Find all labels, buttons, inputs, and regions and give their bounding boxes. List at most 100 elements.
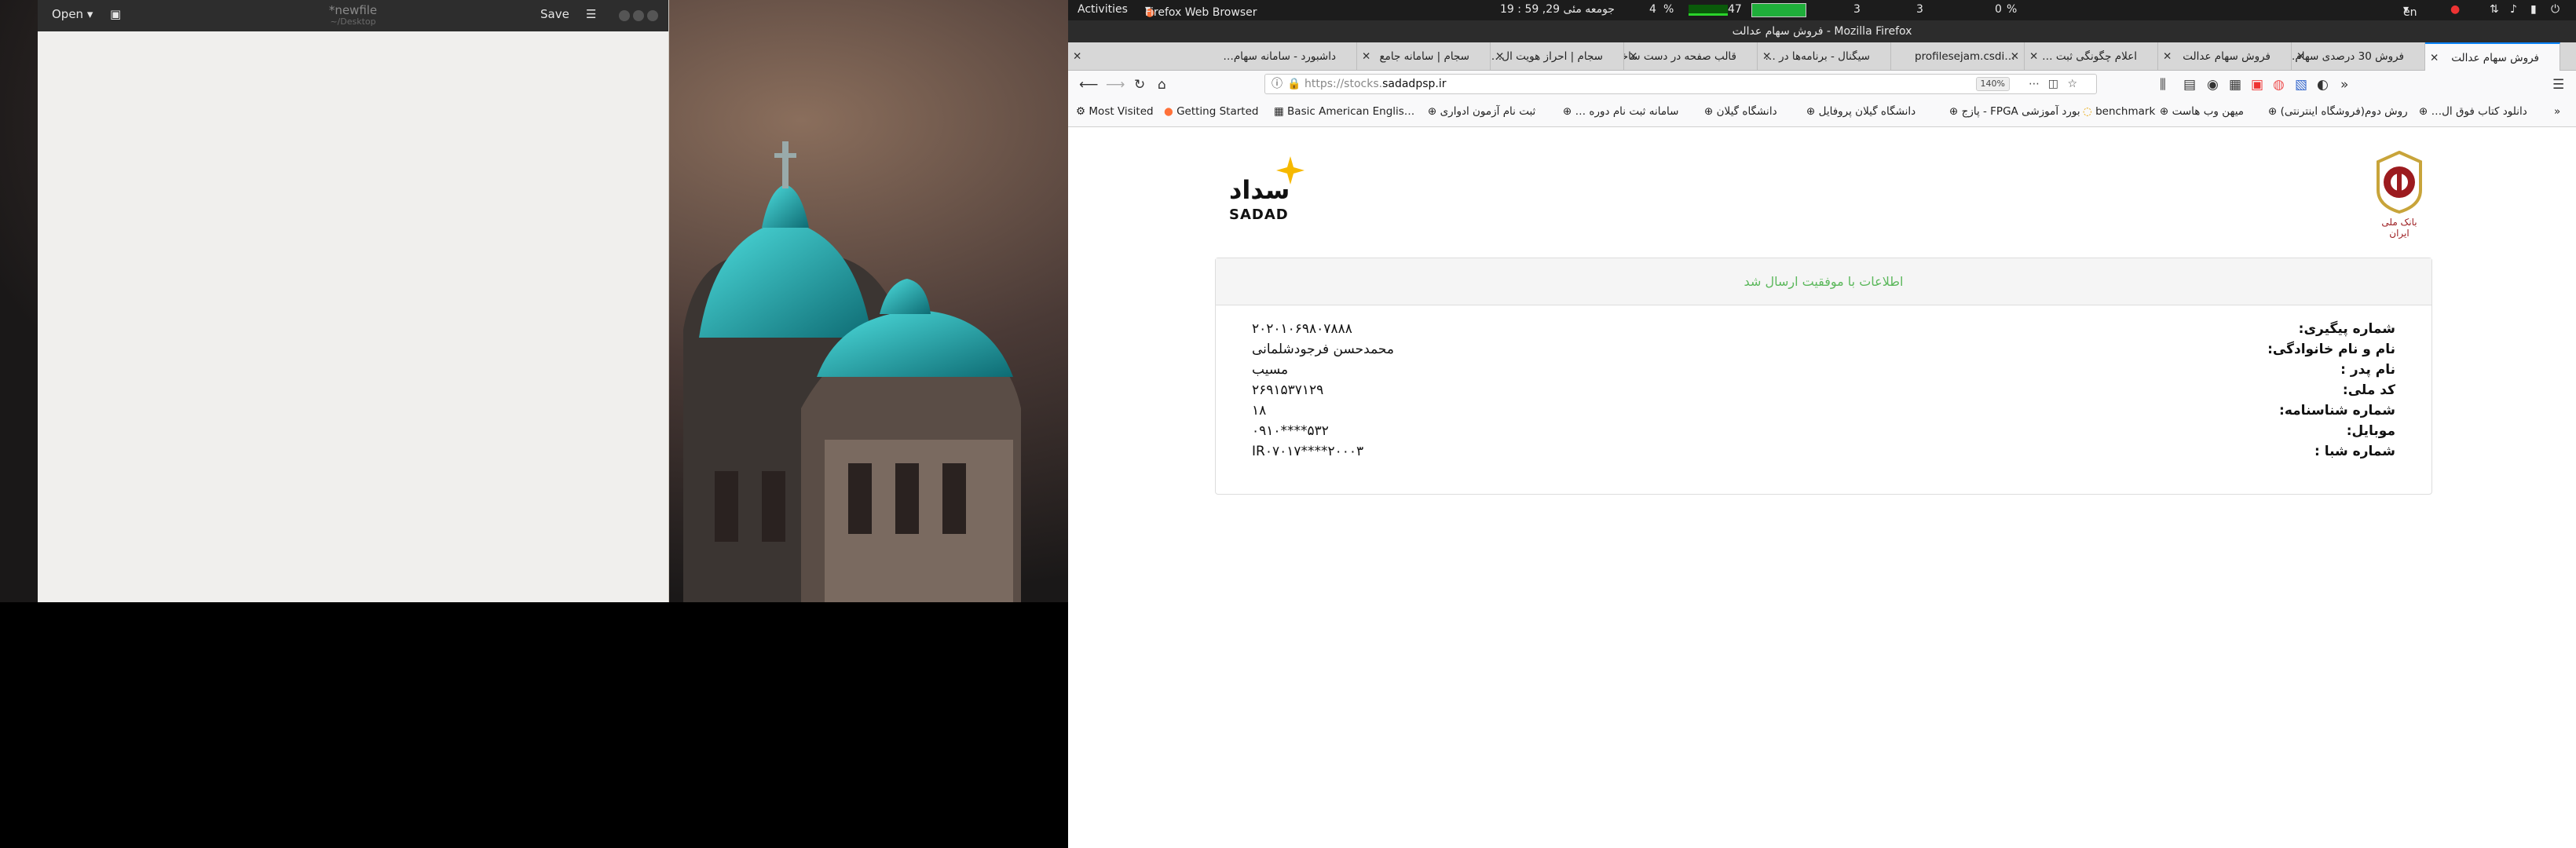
close-tab-icon[interactable]: ✕: [2029, 42, 2038, 71]
bookmark-basic-american[interactable]: ▦ Basic American Englis…: [1274, 105, 1414, 118]
close-tab-icon[interactable]: ✕: [1762, 42, 1771, 71]
tab-5[interactable]: ✕ سیگنال - برنامه‌ها در …: [1758, 42, 1891, 71]
translate-icon[interactable]: ▧: [2295, 77, 2307, 93]
cpu-indicator: 4: [1649, 3, 1656, 16]
tab-label: قالب صفحه در دست ساخت: [1624, 50, 1736, 63]
bookmark-course[interactable]: سامانه ثبت نام دوره … ⊕: [1563, 105, 1678, 118]
info-icon[interactable]: ⓘ: [1272, 75, 1283, 93]
bookmarks-overflow-icon[interactable]: »: [2554, 105, 2560, 118]
tab-6[interactable]: ✕قالب صفحه در دست ساخت: [1624, 42, 1758, 71]
volume-icon[interactable]: ♪: [2510, 3, 2517, 16]
bookmark-most-visited[interactable]: ⚙ Most Visited: [1076, 105, 1154, 118]
home-icon[interactable]: ⌂: [1158, 77, 1166, 93]
network-icon[interactable]: ⇅: [2490, 3, 2499, 16]
close-button[interactable]: [647, 10, 658, 21]
close-tab-icon[interactable]: ✕: [2011, 42, 2019, 71]
minimize-button[interactable]: [619, 10, 630, 21]
bookmark-guilan[interactable]: دانشگاه گیلان ⊕: [1704, 105, 1777, 118]
close-tab-icon[interactable]: ✕: [2163, 42, 2172, 71]
close-tab-icon[interactable]: ✕: [2296, 42, 2305, 71]
tab-4[interactable]: ✕ profilesejam.csdi…: [1891, 42, 2025, 71]
app-menu[interactable]: ● Firefox Web Browser ▾: [1145, 3, 1257, 19]
close-tab-icon[interactable]: ✕: [1073, 42, 1081, 71]
language-indicator[interactable]: en ▾: [2403, 3, 2417, 19]
field-label: شماره شناسنامه:: [2279, 403, 2395, 419]
bookmark-fpga[interactable]: بورد آموزشی FPGA - پازج ⊕: [1949, 105, 2080, 118]
reload-icon[interactable]: ↻: [1134, 77, 1145, 93]
field-value: مسیب: [1252, 362, 1289, 378]
close-tab-icon[interactable]: ✕: [1629, 42, 1637, 71]
bookmark-label: دانشگاه گیلان پروفایل: [1818, 105, 1916, 118]
library-icon[interactable]: ⫼: [2160, 77, 2166, 93]
activities-button[interactable]: Activities: [1078, 3, 1128, 16]
bookmark-getting-started[interactable]: ● Getting Started: [1164, 105, 1258, 118]
navigation-toolbar: ⟵ ⟶ ↻ ⌂ ⓘ 🔒 https://stocks.sadadpsp.ir 1…: [1068, 71, 2576, 97]
gedit-window: Open ▾ ▣ *newfile ~/Desktop Save ☰: [38, 0, 669, 602]
back-icon[interactable]: ⟵: [1079, 77, 1098, 93]
close-tab-icon[interactable]: ✕: [1495, 42, 1504, 71]
net-indicator: 0: [1995, 3, 2002, 16]
zoom-indicator[interactable]: 140%: [1975, 77, 2010, 91]
globe-icon: ⊕: [1428, 105, 1437, 118]
close-tab-icon[interactable]: ✕: [1362, 42, 1370, 71]
maximize-button[interactable]: [633, 10, 644, 21]
tab-3[interactable]: ✕ اعلام چگونگی ثبت …: [2025, 42, 2158, 71]
tab-0[interactable]: ✕ فروش سهام عدالت: [2425, 42, 2560, 71]
url-bar[interactable]: ⓘ 🔒 https://stocks.sadadpsp.ir 140% ⋯ ◫ …: [1264, 74, 2097, 94]
bookmark-label: دانلود کتاب فوق ال…: [2431, 105, 2527, 118]
notification-icon[interactable]: ●: [2450, 3, 2460, 16]
window-title: فروش سهام عدالت - Mozilla Firefox: [1732, 25, 1912, 38]
bookmark-mihan[interactable]: میهن وب هاست ⊕: [2160, 105, 2244, 118]
sidebar-icon[interactable]: ▤: [2183, 77, 2196, 93]
download-icon[interactable]: ◐: [2317, 77, 2329, 93]
clock[interactable]: جومعه مئی 29, 59 : 19: [1500, 3, 1615, 16]
battery-icon[interactable]: ▮: [2530, 3, 2537, 16]
bookmark-label: دانشگاه گیلان: [1716, 105, 1777, 118]
bookmark-label: ثبت نام آزمون ادواری: [1440, 105, 1536, 118]
bookmark-benchmark[interactable]: ◌ benchmark: [2083, 105, 2155, 118]
forward-icon[interactable]: ⟶: [1106, 77, 1125, 93]
addon-icon[interactable]: ◍: [2273, 77, 2285, 93]
tab-label: سیگنال - برنامه‌ها در …: [1765, 50, 1870, 63]
save-button[interactable]: Save: [540, 7, 569, 21]
power-icon[interactable]: ⏻: [2551, 3, 2560, 16]
extension-icon[interactable]: ▦: [2229, 77, 2241, 93]
pocket-icon[interactable]: ◫: [2048, 75, 2058, 93]
tab-label: فروش 30 درصدی سهام…: [2292, 50, 2404, 63]
lock-icon[interactable]: 🔒: [1287, 75, 1301, 93]
bookmark-star-icon[interactable]: ☆: [2067, 75, 2077, 93]
desktop-right: Activities ● Firefox Web Browser ▾ جومعه…: [1068, 0, 2576, 848]
percent-icon: %: [1663, 3, 1674, 16]
gedit-subtitle: ~/Desktop: [330, 16, 376, 27]
result-panel: اطلاعات با موفقیت ارسال شد شماره پیگیری:…: [1215, 258, 2432, 495]
tab-label: سجام | سامانه جامع: [1379, 50, 1469, 63]
account-icon[interactable]: ◉: [2207, 77, 2219, 93]
hamburger-menu-icon[interactable]: ☰: [586, 7, 596, 21]
memory-bar: [1751, 3, 1806, 17]
url-domain: sadadpsp.ir: [1382, 78, 1447, 90]
bookmark-exam[interactable]: ثبت نام آزمون ادواری ⊕: [1428, 105, 1535, 118]
gedit-text-area[interactable]: [38, 31, 669, 602]
field-row-national-code: کد ملی: ۲۶۹۱۵۳۷۱۲۹: [1216, 382, 2431, 403]
bookmark-book[interactable]: دانلود کتاب فوق ال… ⊕: [2419, 105, 2527, 118]
sadad-logo-text: SADAD: [1229, 207, 1289, 223]
tab-9[interactable]: ✕ داشبورد - سامانه سهام…: [1068, 42, 1357, 71]
tab-1[interactable]: ✕ فروش 30 درصدی سهام…: [2292, 42, 2425, 71]
field-label: نام و نام خانوادگی:: [2267, 342, 2395, 357]
field-row-fullname: نام و نام خانوادگی: محمدحسن فرجودشلمانی: [1216, 342, 2431, 362]
globe-icon: ⊕: [2160, 105, 2169, 118]
more-actions-icon[interactable]: ⋯: [2029, 75, 2040, 93]
tab-8[interactable]: ✕ سجام | سامانه جامع: [1357, 42, 1491, 71]
bookmark-label: بورد آموزشی FPGA - پازج: [1961, 105, 2080, 118]
tab-strip: ✕ فروش سهام عدالت ✕ فروش 30 درصدی سهام… ✕ ف…: [1068, 42, 2576, 71]
screenshot-icon[interactable]: ▣: [2251, 77, 2263, 93]
bookmark-guilan-profile[interactable]: دانشگاه گیلان پروفایل ⊕: [1806, 105, 1916, 118]
close-tab-icon[interactable]: ✕: [2430, 44, 2439, 71]
tab-7[interactable]: ✕ سجام | احراز هویت ال…: [1491, 42, 1624, 71]
globe-icon: ⊕: [2268, 105, 2278, 118]
bookmark-shop[interactable]: روش دوم(فروشگاه اینترنتی) ⊕: [2268, 105, 2408, 118]
tab-2[interactable]: ✕ فروش سهام عدالت: [2158, 42, 2292, 71]
app-menu-label: Firefox Web Browser: [1145, 6, 1257, 19]
overflow-icon[interactable]: »: [2340, 77, 2348, 93]
hamburger-menu-icon[interactable]: ☰: [2552, 77, 2564, 93]
